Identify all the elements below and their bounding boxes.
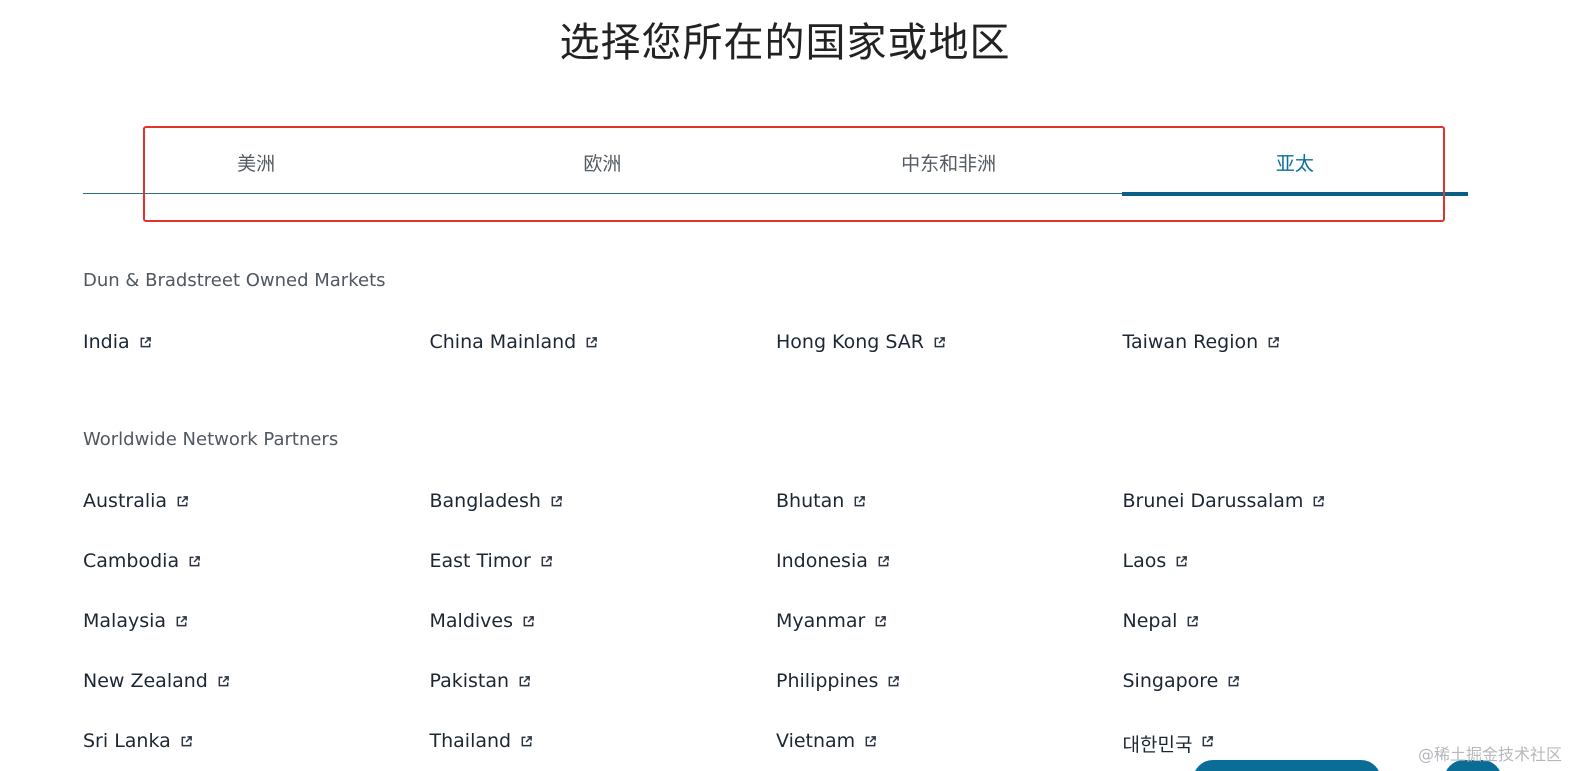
country-link[interactable]: Philippines	[776, 670, 1123, 730]
external-link-icon	[877, 555, 890, 568]
country-label: Maldives	[429, 610, 514, 632]
country-label: 대한민국	[1122, 734, 1193, 756]
external-link-icon	[853, 495, 866, 508]
country-label: Nepal	[1122, 610, 1178, 632]
country-label: India	[83, 331, 130, 353]
external-link-icon	[175, 615, 188, 628]
country-label: Sri Lanka	[83, 730, 171, 752]
external-link-icon	[520, 735, 533, 748]
external-link-icon	[180, 735, 193, 748]
external-link-icon	[585, 336, 598, 349]
country-label: Taiwan Region	[1122, 331, 1259, 353]
country-link[interactable]: Myanmar	[776, 610, 1123, 670]
watermark: @稀土掘金技术社区	[1417, 745, 1562, 764]
country-link[interactable]: India	[83, 331, 430, 391]
external-link-icon	[188, 555, 201, 568]
owned-markets-grid: India China Mainland Hong Kong SAR Taiwan R…	[83, 331, 1468, 391]
external-link-icon	[518, 675, 531, 688]
country-link[interactable]: Thailand	[430, 730, 777, 771]
external-link-icon	[1312, 495, 1325, 508]
country-link[interactable]: Singapore	[1123, 670, 1470, 730]
country-link[interactable]: Taiwan Region	[1123, 331, 1470, 391]
tab-asia-pacific[interactable]: 亚太	[1121, 130, 1469, 196]
country-label: Australia	[83, 490, 168, 512]
country-link[interactable]: Brunei Darussalam	[1123, 490, 1470, 550]
tab-americas[interactable]: 美洲	[83, 130, 429, 194]
external-link-icon	[540, 555, 553, 568]
country-label: Vietnam	[776, 730, 856, 752]
tab-middle-east-africa[interactable]: 中东和非洲	[776, 130, 1122, 194]
country-link[interactable]: Nepal	[1123, 610, 1470, 670]
page-title: 选择您所在的国家或地区	[559, 20, 1011, 66]
external-link-icon	[1227, 675, 1240, 688]
country-label: Pakistan	[429, 670, 510, 692]
tab-europe[interactable]: 欧洲	[429, 130, 775, 194]
country-label: Hong Kong SAR	[776, 331, 924, 353]
country-link[interactable]: East Timor	[430, 550, 777, 610]
external-link-icon	[1267, 336, 1280, 349]
country-label: Myanmar	[776, 610, 866, 632]
country-link[interactable]: New Zealand	[83, 670, 430, 730]
external-link-icon	[217, 675, 230, 688]
external-link-icon	[176, 495, 189, 508]
country-link[interactable]: Sri Lanka	[83, 730, 430, 771]
country-label: East Timor	[429, 550, 531, 572]
country-link[interactable]: Maldives	[430, 610, 777, 670]
country-label: Brunei Darussalam	[1122, 490, 1304, 512]
country-label: Laos	[1122, 550, 1167, 572]
country-label: New Zealand	[83, 670, 208, 692]
country-label: Cambodia	[83, 550, 180, 572]
country-link[interactable]: Vietnam	[776, 730, 1123, 771]
external-link-icon	[864, 735, 877, 748]
floating-action-button[interactable]	[1193, 760, 1381, 771]
country-link[interactable]: Hong Kong SAR	[776, 331, 1123, 391]
section-title-owned-markets: Dun & Bradstreet Owned Markets	[83, 270, 386, 291]
external-link-icon	[933, 336, 946, 349]
country-label: Indonesia	[776, 550, 868, 572]
country-link[interactable]: Pakistan	[430, 670, 777, 730]
external-link-icon	[887, 675, 900, 688]
external-link-icon	[522, 615, 535, 628]
country-link[interactable]: Laos	[1123, 550, 1470, 610]
country-link[interactable]: Indonesia	[776, 550, 1123, 610]
country-link[interactable]: Australia	[83, 490, 430, 550]
country-link[interactable]: Malaysia	[83, 610, 430, 670]
country-link[interactable]: China Mainland	[430, 331, 777, 391]
country-label: Bhutan	[776, 490, 845, 512]
region-tabs: 美洲 欧洲 中东和非洲 亚太	[83, 130, 1469, 196]
country-label: Bangladesh	[429, 490, 541, 512]
country-label: Singapore	[1122, 670, 1219, 692]
country-link[interactable]: Bangladesh	[430, 490, 777, 550]
external-link-icon	[1175, 555, 1188, 568]
section-title-network-partners: Worldwide Network Partners	[83, 429, 339, 450]
country-label: Thailand	[429, 730, 512, 752]
external-link-icon	[139, 336, 152, 349]
external-link-icon	[1201, 735, 1214, 748]
country-label: Malaysia	[83, 610, 167, 632]
external-link-icon	[874, 615, 887, 628]
country-label: Philippines	[776, 670, 879, 692]
country-link[interactable]: Bhutan	[776, 490, 1123, 550]
external-link-icon	[550, 495, 563, 508]
external-link-icon	[1186, 615, 1199, 628]
country-link[interactable]: Cambodia	[83, 550, 430, 610]
country-label: China Mainland	[429, 331, 577, 353]
network-partners-grid: Australia Bangladesh Bhutan Brunei Darussal…	[83, 490, 1468, 771]
